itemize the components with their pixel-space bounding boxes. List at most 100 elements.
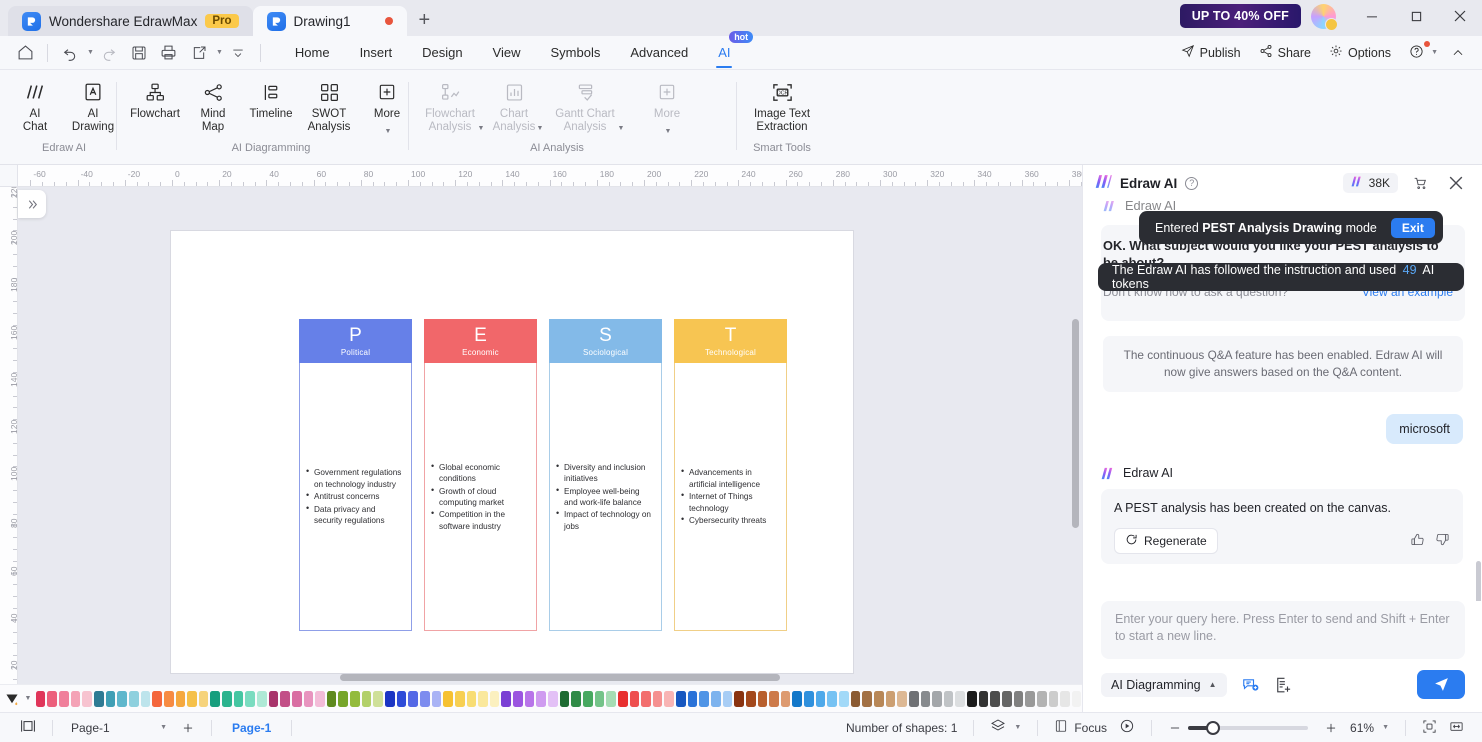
ai-chat-body[interactable]: Edraw AI OK. What subject would you like… (1083, 201, 1482, 601)
color-swatch[interactable] (478, 690, 488, 707)
color-swatch[interactable] (431, 690, 442, 707)
chevron-down-icon[interactable]: ▼ (537, 122, 544, 135)
ribbon-swot-analysis[interactable]: SWOT Analysis (300, 77, 358, 137)
color-swatch[interactable] (513, 690, 523, 707)
color-swatch[interactable] (501, 690, 512, 707)
customize-toolbar-icon[interactable] (223, 40, 253, 66)
color-swatch[interactable] (629, 690, 640, 707)
color-swatch[interactable] (187, 690, 197, 707)
color-swatch[interactable] (315, 690, 325, 707)
color-swatch[interactable] (652, 690, 663, 707)
token-counter[interactable]: 38K (1342, 173, 1398, 193)
color-swatch[interactable] (1025, 690, 1035, 707)
share-button[interactable]: Share (1252, 40, 1318, 65)
menu-item-design[interactable]: Design (407, 40, 477, 65)
tab-drawing1[interactable]: Drawing1 (252, 6, 407, 36)
color-swatch[interactable] (536, 690, 547, 707)
color-swatch[interactable] (641, 690, 651, 707)
color-swatch[interactable] (303, 690, 314, 707)
color-swatch[interactable] (105, 690, 116, 707)
color-swatch[interactable] (489, 690, 500, 707)
color-swatch[interactable] (827, 690, 838, 707)
chevron-down-icon[interactable]: ▼ (385, 125, 392, 138)
color-swatch[interactable] (466, 690, 477, 707)
avatar[interactable] (1311, 3, 1338, 31)
color-swatch[interactable] (419, 690, 430, 707)
color-swatch[interactable] (524, 690, 535, 707)
color-swatch[interactable] (617, 690, 628, 707)
color-swatch[interactable] (990, 690, 1000, 707)
help-caret-icon[interactable]: ▼ (1431, 49, 1438, 56)
color-swatch[interactable] (94, 690, 104, 707)
color-swatch[interactable] (769, 690, 779, 707)
color-swatch[interactable] (606, 690, 616, 707)
color-swatch[interactable] (361, 690, 372, 707)
color-swatch[interactable] (152, 690, 162, 707)
color-swatch[interactable] (932, 690, 942, 707)
color-swatch[interactable] (571, 690, 581, 707)
color-swatch[interactable] (117, 690, 127, 707)
color-swatch[interactable] (408, 690, 418, 707)
fit-page-button[interactable] (1416, 719, 1443, 737)
zoom-slider-handle[interactable] (1206, 720, 1221, 735)
color-swatch[interactable] (978, 690, 989, 707)
close-icon[interactable] (1442, 170, 1470, 196)
ribbon-chart-analysis[interactable]: Chart Analysis ▼ (482, 77, 546, 137)
help-button[interactable]: ▼ (1402, 40, 1440, 66)
color-swatch[interactable] (873, 690, 884, 707)
thumbs-up-icon[interactable] (1410, 532, 1425, 550)
color-swatch[interactable] (326, 690, 337, 707)
pest-analysis-diagram[interactable]: P Political Government regulations on te… (299, 319, 796, 631)
collapse-ribbon-button[interactable] (1444, 42, 1472, 64)
pest-column-sociological[interactable]: S Sociological Diversity and inclusion i… (549, 319, 662, 631)
chevron-down-icon[interactable]: ▼ (1382, 724, 1389, 731)
publish-button[interactable]: Publish (1174, 40, 1248, 65)
canvas-area[interactable]: P Political Government regulations on te… (18, 187, 1082, 684)
color-swatch[interactable] (955, 690, 966, 707)
ai-chat-scrollbar[interactable] (1476, 561, 1481, 601)
color-swatch[interactable] (385, 690, 395, 707)
color-swatch[interactable] (594, 690, 605, 707)
color-swatch[interactable] (140, 690, 151, 707)
undo-icon[interactable] (55, 40, 85, 66)
page-select-dropdown[interactable]: Page-1 ▼ (63, 721, 175, 735)
ribbon-ai-chat[interactable]: AI Chat (6, 77, 64, 137)
color-swatch[interactable] (757, 690, 768, 707)
canvas-vertical-scrollbar[interactable] (1072, 319, 1079, 528)
color-swatch[interactable] (291, 690, 302, 707)
menu-item-advanced[interactable]: Advanced (615, 40, 703, 65)
expand-panel-button[interactable] (18, 190, 46, 218)
regenerate-button[interactable]: Regenerate (1114, 528, 1218, 554)
page-tab-page-1[interactable]: Page-1 (222, 721, 281, 735)
color-swatch[interactable] (175, 690, 186, 707)
color-swatch[interactable] (943, 690, 954, 707)
color-swatch[interactable] (710, 690, 721, 707)
ai-prompt-icon[interactable] (1241, 676, 1260, 694)
color-swatch[interactable] (850, 690, 861, 707)
focus-button[interactable]: Focus (1048, 719, 1113, 736)
horizontal-ruler[interactable]: -60 -40 -20 0 20 40 60 80 100 120 140 160 180 200 220 2… (18, 165, 1082, 187)
zoom-level-dropdown[interactable]: 61% ▼ (1344, 721, 1395, 735)
color-swatch[interactable] (908, 690, 919, 707)
color-swatch[interactable] (338, 690, 349, 707)
pest-column-economic[interactable]: E Economic Global economic conditions Gr… (424, 319, 537, 631)
color-swatch[interactable] (1048, 690, 1059, 707)
exit-mode-button[interactable]: Exit (1390, 217, 1435, 238)
ribbon-timeline[interactable]: Timeline (242, 77, 300, 124)
zoom-slider[interactable] (1188, 720, 1309, 735)
color-swatch[interactable] (548, 690, 558, 707)
color-swatch[interactable] (396, 690, 407, 707)
color-swatch[interactable] (163, 690, 174, 707)
chevron-down-icon[interactable]: ▼ (1014, 724, 1021, 731)
color-swatch[interactable] (676, 690, 686, 707)
pest-column-technological[interactable]: T Technological Advancements in artifici… (674, 319, 787, 631)
color-swatch[interactable] (804, 690, 814, 707)
color-swatch[interactable] (885, 690, 896, 707)
chevron-up-icon[interactable]: ▲ (1209, 680, 1217, 689)
thumbs-down-icon[interactable] (1435, 532, 1450, 550)
color-swatch[interactable] (897, 690, 907, 707)
print-icon[interactable] (154, 40, 184, 66)
send-button[interactable] (1417, 670, 1465, 699)
chevron-down-icon[interactable]: ▼ (478, 122, 485, 135)
color-swatch[interactable] (454, 690, 465, 707)
